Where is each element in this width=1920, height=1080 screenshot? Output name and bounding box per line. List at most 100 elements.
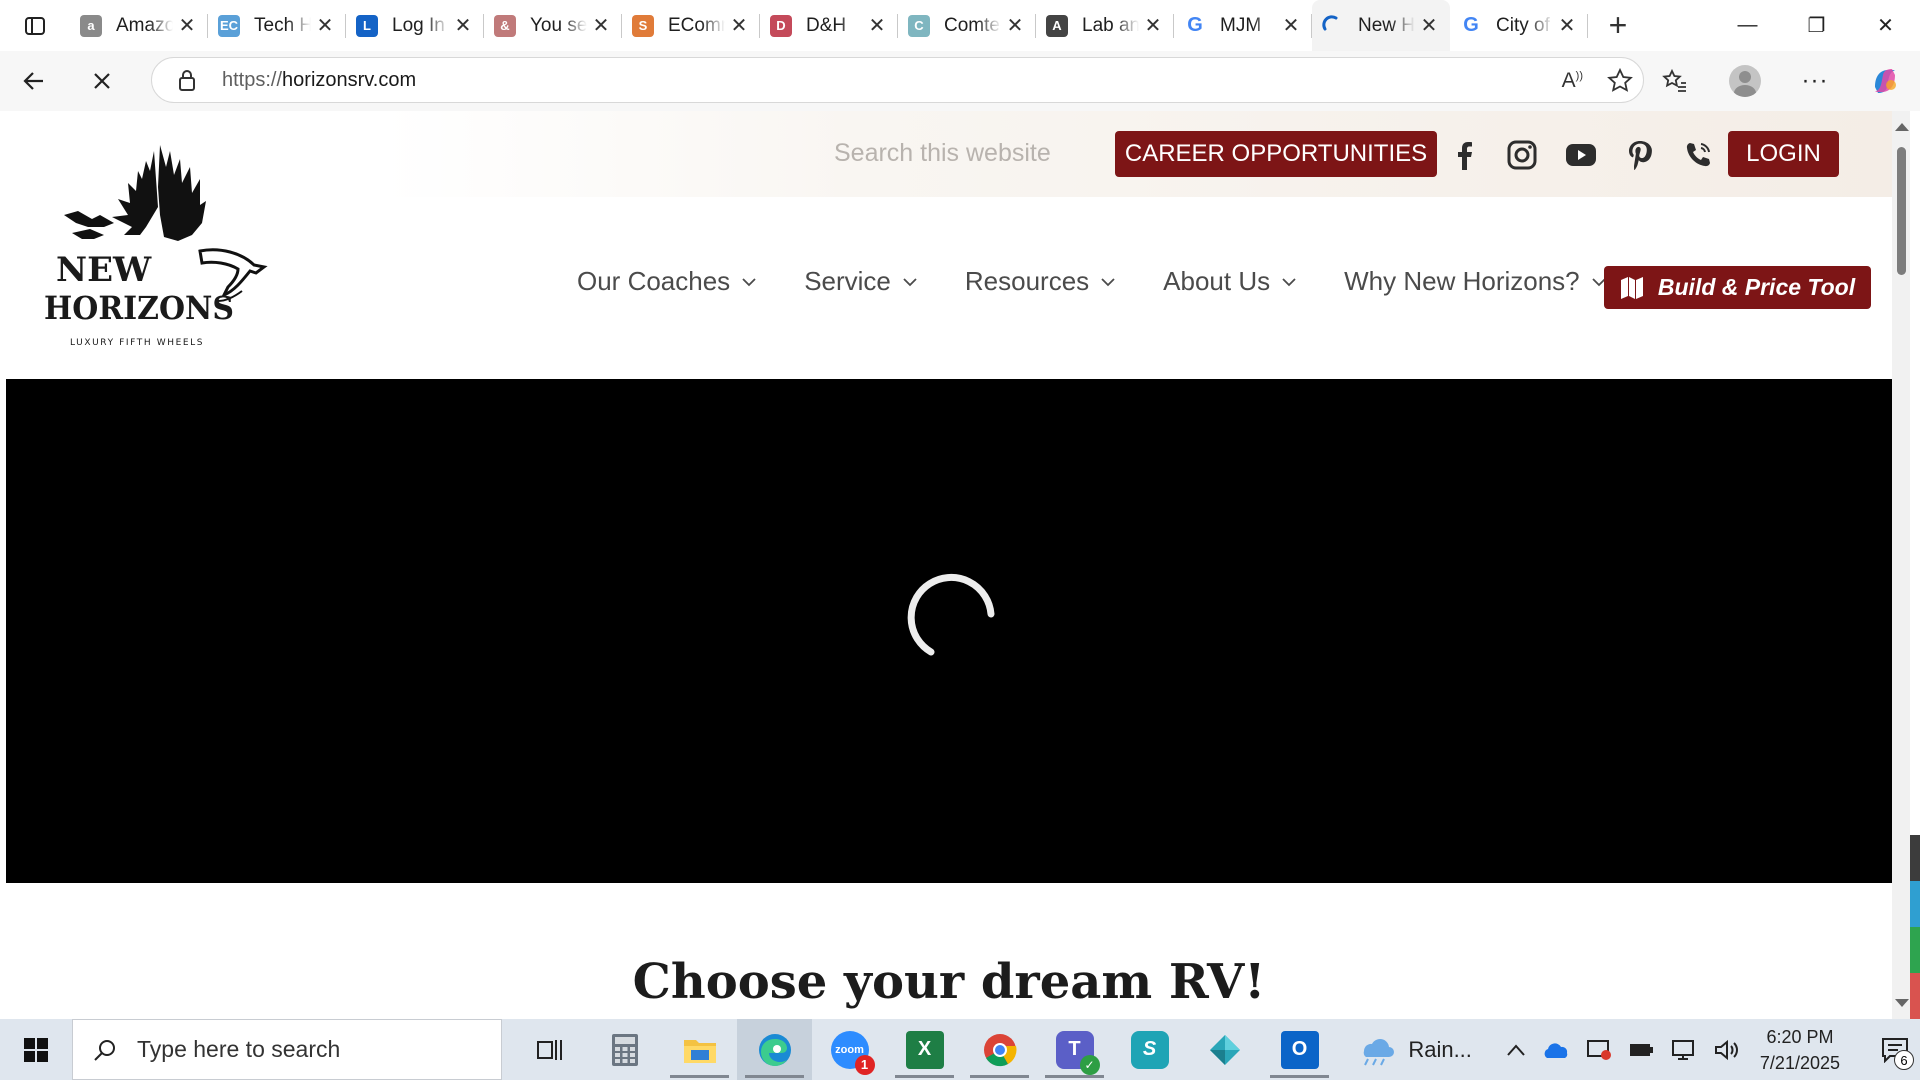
- settings-menu-button[interactable]: ···: [1780, 51, 1850, 111]
- minimize-button[interactable]: —: [1713, 0, 1782, 51]
- folder-icon: [683, 1039, 716, 1063]
- close-tab-icon[interactable]: ✕: [1280, 15, 1302, 37]
- taskbar-search-box[interactable]: Type here to search: [72, 1019, 502, 1080]
- login-button[interactable]: LOGIN: [1728, 131, 1839, 177]
- page-heading: Choose your dream RV!: [632, 954, 1266, 1010]
- youtube-icon[interactable]: [1559, 133, 1603, 177]
- close-tab-icon[interactable]: ✕: [866, 15, 888, 37]
- browser-tab[interactable]: New Horizons✕: [1312, 0, 1450, 51]
- instagram-icon[interactable]: [1500, 133, 1544, 177]
- chrome-app[interactable]: [962, 1019, 1037, 1080]
- weather-widget[interactable]: Rain...: [1358, 1033, 1472, 1067]
- lab-icon: A: [1046, 14, 1068, 37]
- page-scrollbar[interactable]: [1892, 111, 1910, 1019]
- tab-strip: aAmazon✕ECTech Hub✕LLog In✕&You searched…: [70, 0, 1588, 51]
- edge-app[interactable]: [737, 1019, 812, 1080]
- back-button[interactable]: [0, 51, 68, 111]
- browser-tab[interactable]: &You searched✕: [484, 0, 622, 51]
- restore-button[interactable]: ❐: [1782, 0, 1851, 51]
- close-tab-icon[interactable]: ✕: [452, 15, 474, 37]
- logo-tagline: LUXURY FIFTH WHEELS: [70, 338, 204, 347]
- side-color-strip: [1910, 835, 1920, 1019]
- zoom-app[interactable]: zoom 1: [812, 1019, 887, 1080]
- start-button[interactable]: [0, 1019, 72, 1080]
- read-aloud-icon[interactable]: A)): [1562, 69, 1583, 93]
- security-icon[interactable]: [1586, 1038, 1612, 1062]
- clock[interactable]: 6:20 PM 7/21/2025: [1760, 1024, 1840, 1076]
- tab-actions-icon: [25, 16, 45, 35]
- file-explorer-app[interactable]: [662, 1019, 737, 1080]
- clock-time: 6:20 PM: [1766, 1026, 1834, 1047]
- browser-tab[interactable]: EC Tech Hub✕: [208, 0, 346, 51]
- surfshark-app[interactable]: S: [1112, 1019, 1187, 1080]
- nav-item[interactable]: Our Coaches: [577, 266, 756, 297]
- calculator-app[interactable]: [587, 1019, 662, 1080]
- profile-button[interactable]: [1710, 51, 1780, 111]
- scrollbar-thumb[interactable]: [1897, 147, 1906, 275]
- close-tab-icon[interactable]: ✕: [1142, 15, 1164, 37]
- copilot-button[interactable]: [1850, 51, 1920, 111]
- login-site-icon: L: [356, 14, 378, 37]
- browser-tab[interactable]: G MJM ✕: [1174, 0, 1312, 51]
- favorite-star-icon[interactable]: [1607, 68, 1633, 94]
- close-tab-icon[interactable]: ✕: [590, 15, 612, 37]
- excel-app[interactable]: X: [887, 1019, 962, 1080]
- main-navigation: Our Coaches Service Resources About Us Why N…: [577, 266, 1654, 297]
- address-bar[interactable]: https://horizonsrv.com A)): [151, 57, 1644, 103]
- lock-icon[interactable]: [162, 68, 212, 92]
- logo-text-horizons: HORIZONS: [44, 289, 234, 327]
- hero-video[interactable]: [6, 379, 1892, 883]
- close-tab-icon[interactable]: ✕: [1418, 15, 1440, 37]
- ecommerce-icon: S: [632, 14, 654, 37]
- diamond-icon: [1209, 1034, 1240, 1065]
- pinterest-icon[interactable]: [1618, 133, 1662, 177]
- build-and-price-button[interactable]: Build & Price Tool: [1604, 266, 1871, 309]
- tab-actions-button[interactable]: [0, 0, 70, 51]
- facebook-icon[interactable]: [1442, 133, 1486, 177]
- scroll-up-arrow[interactable]: [1895, 123, 1909, 131]
- tab-title: MJM: [1220, 14, 1262, 36]
- nav-item-label: Resources: [964, 266, 1090, 296]
- browser-tab[interactable]: A Lab and✕: [1036, 0, 1174, 51]
- stop-loading-button[interactable]: [68, 51, 136, 111]
- outlook-app[interactable]: O: [1262, 1019, 1337, 1080]
- gem-app[interactable]: [1187, 1019, 1262, 1080]
- volume-icon[interactable]: [1714, 1039, 1740, 1061]
- phone-icon[interactable]: [1676, 133, 1720, 177]
- browser-tab[interactable]: D D&H ✕: [760, 0, 898, 51]
- notifications-button[interactable]: 6: [1870, 1019, 1920, 1080]
- nav-item[interactable]: Resources: [965, 266, 1115, 297]
- career-opportunities-button[interactable]: CAREER OPPORTUNITIES: [1115, 131, 1437, 177]
- onedrive-icon[interactable]: [1542, 1040, 1570, 1060]
- new-horizons-logo[interactable]: NEW HORIZONS LUXURY FIFTH WHEELS: [42, 131, 282, 348]
- teams-app[interactable]: T ✓: [1037, 1019, 1112, 1080]
- close-tab-icon[interactable]: ✕: [1004, 15, 1026, 37]
- task-view-button[interactable]: [512, 1019, 587, 1080]
- browser-tab[interactable]: L Log In ✕: [346, 0, 484, 51]
- tab-title: Comtech: [944, 14, 1004, 36]
- browser-tab[interactable]: C Comtech✕: [898, 0, 1036, 51]
- nav-item[interactable]: Service: [804, 266, 917, 297]
- browser-tab[interactable]: a Amazon✕: [70, 0, 208, 51]
- favorites-button[interactable]: [1640, 51, 1710, 111]
- site-search-input[interactable]: Search this website: [834, 139, 1051, 168]
- task-view-icon: [536, 1039, 562, 1060]
- chevron-up-icon[interactable]: [1506, 1043, 1526, 1057]
- scroll-down-arrow[interactable]: [1895, 999, 1909, 1007]
- new-tab-button[interactable]: +: [1588, 0, 1648, 51]
- close-tab-icon[interactable]: ✕: [728, 15, 750, 37]
- close-tab-icon[interactable]: ✕: [176, 15, 198, 37]
- close-tab-icon[interactable]: ✕: [314, 15, 336, 37]
- battery-icon[interactable]: [1628, 1040, 1654, 1060]
- map-icon: [1620, 276, 1644, 300]
- nav-item[interactable]: Why New Horizons?: [1344, 266, 1606, 297]
- search-icon: [94, 1039, 115, 1061]
- ec-icon: EC: [218, 14, 240, 37]
- close-tab-icon[interactable]: ✕: [1556, 15, 1578, 37]
- browser-tab[interactable]: G City of ✕: [1450, 0, 1588, 51]
- close-window-button[interactable]: ✕: [1851, 0, 1920, 51]
- nav-item[interactable]: About Us: [1163, 266, 1296, 297]
- tab-title: Amazon: [116, 14, 176, 36]
- network-icon[interactable]: [1670, 1039, 1698, 1061]
- browser-tab[interactable]: S ECommerce✕: [622, 0, 760, 51]
